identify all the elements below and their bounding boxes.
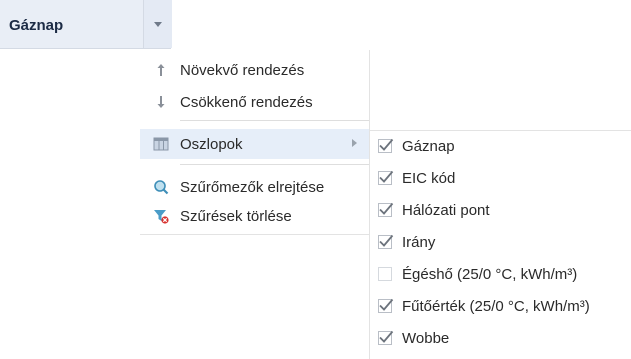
columns-submenu: Gáznap EIC kód Hálózati pont Irány Égésh… [369, 130, 631, 359]
check-icon [379, 234, 394, 247]
menu-item-label: Növekvő rendezés [180, 62, 305, 79]
sort-ascending-icon [157, 64, 165, 76]
search-filter-icon [154, 180, 169, 195]
column-toggle-label: Égéshő (25/0 °C, kWh/m³) [402, 266, 578, 283]
column-toggle-wobbe[interactable]: Wobbe [370, 323, 631, 355]
column-context-menu: Növekvő rendezés Csökkenő rendezés Oszlo… [140, 50, 370, 235]
chevron-right-icon [352, 139, 357, 147]
chevron-down-icon [154, 22, 162, 27]
sort-descending-icon [157, 96, 165, 108]
menu-divider [180, 164, 369, 165]
menu-item-clear-filters[interactable]: Szűrések törlése [140, 202, 369, 230]
column-toggle-egesho[interactable]: Égéshő (25/0 °C, kWh/m³) [370, 259, 631, 291]
column-toggle-futoertek[interactable]: Fűtőérték (25/0 °C, kWh/m³) [370, 291, 631, 323]
column-toggle-label: Wobbe [402, 330, 450, 347]
column-toggle-gaznap[interactable]: Gáznap [370, 131, 631, 163]
menu-item-label: Szűrések törlése [180, 208, 292, 225]
column-toggle-eic-kod[interactable]: EIC kód [370, 163, 631, 195]
menu-item-columns[interactable]: Oszlopok [140, 129, 369, 159]
check-icon [379, 170, 394, 183]
check-icon [379, 202, 394, 215]
column-toggle-label: EIC kód [402, 170, 456, 187]
column-toggle-halozati-pont[interactable]: Hálózati pont [370, 195, 631, 227]
column-toggle-label: Hálózati pont [402, 202, 490, 219]
menu-item-label: Csökkenő rendezés [180, 94, 313, 111]
column-toggle-label: Irány [402, 234, 436, 251]
column-header[interactable]: Gáznap [0, 0, 172, 49]
check-icon [379, 298, 394, 311]
menu-divider [180, 120, 369, 121]
columns-icon [153, 137, 169, 151]
menu-item-sort-descending[interactable]: Csökkenő rendezés [140, 88, 369, 116]
clear-filter-icon [154, 210, 169, 224]
check-icon [379, 138, 394, 151]
column-toggle-label: Fűtőérték (25/0 °C, kWh/m³) [402, 298, 590, 315]
column-toggle-irany[interactable]: Irány [370, 227, 631, 259]
menu-item-sort-ascending[interactable]: Növekvő rendezés [140, 56, 369, 84]
menu-item-label: Oszlopok [180, 136, 243, 153]
column-menu-trigger[interactable] [143, 0, 172, 48]
menu-item-label: Szűrőmezők elrejtése [180, 179, 325, 196]
column-checkbox[interactable] [378, 267, 392, 281]
column-toggle-label: Gáznap [402, 138, 455, 155]
column-header-title: Gáznap [9, 17, 64, 34]
check-icon [379, 330, 394, 343]
menu-item-hide-filters[interactable]: Szűrőmezők elrejtése [140, 173, 369, 201]
